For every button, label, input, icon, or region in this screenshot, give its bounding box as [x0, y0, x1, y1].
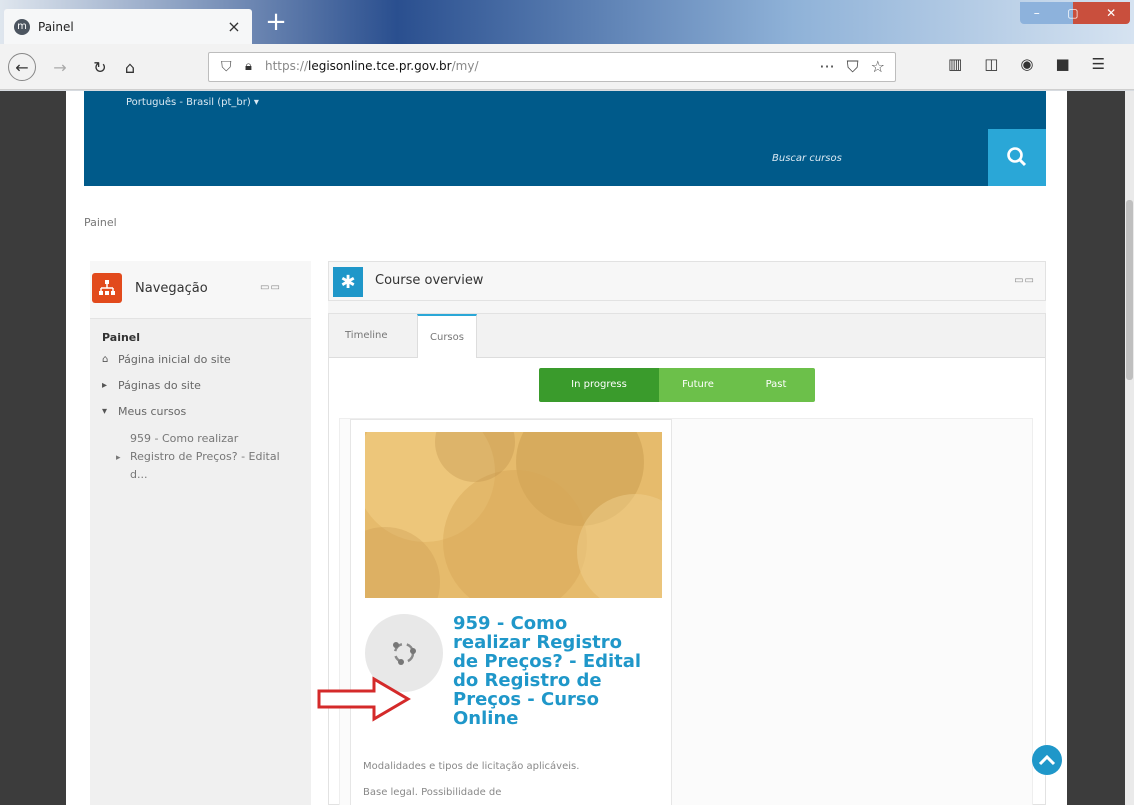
block-actions-icon[interactable]: ▭▭: [260, 282, 281, 293]
bookmark-star-icon[interactable]: ☆: [871, 57, 885, 77]
nav-item-site-pages[interactable]: ▸ Páginas do site: [102, 378, 302, 404]
breadcrumb[interactable]: Painel: [84, 216, 117, 229]
search-courses-link[interactable]: Buscar cursos: [772, 153, 842, 164]
course-overview-block: ✱ Course overview ▭▭ Timeline Cursos In …: [328, 261, 1046, 805]
filter-past-button[interactable]: Past: [737, 368, 815, 402]
page-actions-icon[interactable]: ···: [819, 57, 834, 77]
browser-tab[interactable]: m Painel ×: [4, 9, 252, 44]
navigation-block: Navegação ▭▭ Painel ⌂ Página inicial do …: [90, 261, 311, 805]
course-filter-group: In progress Future Past: [539, 368, 815, 402]
nav-item-painel[interactable]: Painel: [102, 330, 302, 352]
nav-item-course[interactable]: ▸ 959 - Como realizar Registro de Preços…: [116, 430, 280, 484]
sidebar-icon[interactable]: ◫: [984, 55, 998, 73]
lock-icon[interactable]: 🔒︎: [245, 59, 252, 74]
site-header: Português - Brasil (pt_br) ▾ Buscar curs…: [84, 91, 1046, 186]
close-tab-icon[interactable]: ×: [226, 17, 242, 36]
language-menu[interactable]: Português - Brasil (pt_br) ▾: [126, 97, 259, 108]
browser-titlebar: m Painel × + – ▢ ✕: [0, 0, 1134, 44]
moodle-favicon-icon: m: [14, 18, 30, 35]
home-icon: ⌂: [102, 354, 109, 365]
asterisk-icon: ✱: [333, 267, 363, 297]
caret-right-icon: ▸: [116, 453, 121, 463]
library-icon[interactable]: ▥: [948, 55, 962, 73]
course-overview-body: Timeline Cursos In progress Future Past: [328, 313, 1046, 805]
course-title-link[interactable]: 959 - Como realizar Registro de Preços? …: [453, 614, 643, 728]
addon-icon[interactable]: ■: [1055, 55, 1069, 73]
reload-icon[interactable]: ↻: [88, 55, 112, 79]
navigation-title: Navegação: [135, 281, 208, 296]
url-text[interactable]: https://legisonline.tce.pr.gov.br/my/: [265, 59, 479, 73]
filter-future-button[interactable]: Future: [659, 368, 737, 402]
navigation-block-header: Navegação ▭▭: [90, 261, 311, 319]
tab-timeline[interactable]: Timeline: [333, 314, 400, 358]
address-bar[interactable]: ⛉ 🔒︎ https://legisonline.tce.pr.gov.br/m…: [208, 52, 896, 82]
nav-item-my-courses[interactable]: ▾ Meus cursos: [102, 404, 302, 430]
courses-list: 959 - Como realizar Registro de Preços? …: [339, 418, 1033, 805]
minimize-icon[interactable]: –: [1034, 6, 1040, 20]
caret-down-icon: ▾: [102, 406, 108, 417]
maximize-icon[interactable]: ▢: [1067, 6, 1078, 20]
course-overview-header: ✱ Course overview ▭▭: [328, 261, 1046, 301]
block-actions-icon[interactable]: ▭▭: [1014, 275, 1035, 286]
caret-right-icon: ▸: [102, 380, 108, 391]
pocket-icon[interactable]: ⛉: [847, 57, 859, 77]
tab-cursos[interactable]: Cursos: [417, 314, 477, 358]
extension-icon[interactable]: ◉: [1020, 55, 1033, 73]
tracking-shield-icon[interactable]: ⛉: [221, 59, 232, 75]
page-left-margin: [0, 91, 66, 805]
forward-arrow-icon[interactable]: →: [48, 55, 72, 79]
course-overview-title: Course overview: [375, 273, 484, 288]
sitemap-icon: [92, 273, 122, 303]
filter-in-progress-button[interactable]: In progress: [539, 368, 659, 402]
menu-icon[interactable]: ☰: [1092, 55, 1105, 73]
window-controls[interactable]: – ▢ ✕: [1020, 2, 1130, 24]
course-card[interactable]: 959 - Como realizar Registro de Preços? …: [350, 419, 672, 805]
red-arrow-annotation: [316, 676, 412, 726]
page-right-margin: [1067, 91, 1125, 805]
browser-toolbar: ← → ↻ ⌂ ⛉ 🔒︎ https://legisonline.tce.pr.…: [0, 44, 1134, 90]
search-button[interactable]: [988, 129, 1046, 186]
close-window-icon[interactable]: ✕: [1106, 6, 1116, 20]
nav-item-site-home[interactable]: ⌂ Página inicial do site: [102, 352, 302, 378]
tab-title: Painel: [38, 19, 74, 34]
scrollbar-thumb[interactable]: [1126, 200, 1133, 380]
scroll-to-top-button[interactable]: [1032, 745, 1062, 775]
home-icon[interactable]: ⌂: [118, 55, 142, 79]
new-tab-button[interactable]: +: [262, 8, 290, 38]
course-image[interactable]: [365, 432, 662, 598]
web-page: Português - Brasil (pt_br) ▾ Buscar curs…: [66, 91, 1067, 805]
search-icon: [1007, 147, 1027, 167]
chevron-up-icon: [1038, 754, 1056, 766]
back-arrow-icon[interactable]: ←: [8, 53, 36, 81]
navigation-tree: Painel ⌂ Página inicial do site ▸ Página…: [102, 330, 302, 484]
page-scrollbar[interactable]: [1125, 91, 1134, 805]
course-summary: Modalidades e tipos de licitação aplicáv…: [363, 761, 580, 798]
course-overview-tabs: Timeline Cursos: [329, 314, 1045, 358]
